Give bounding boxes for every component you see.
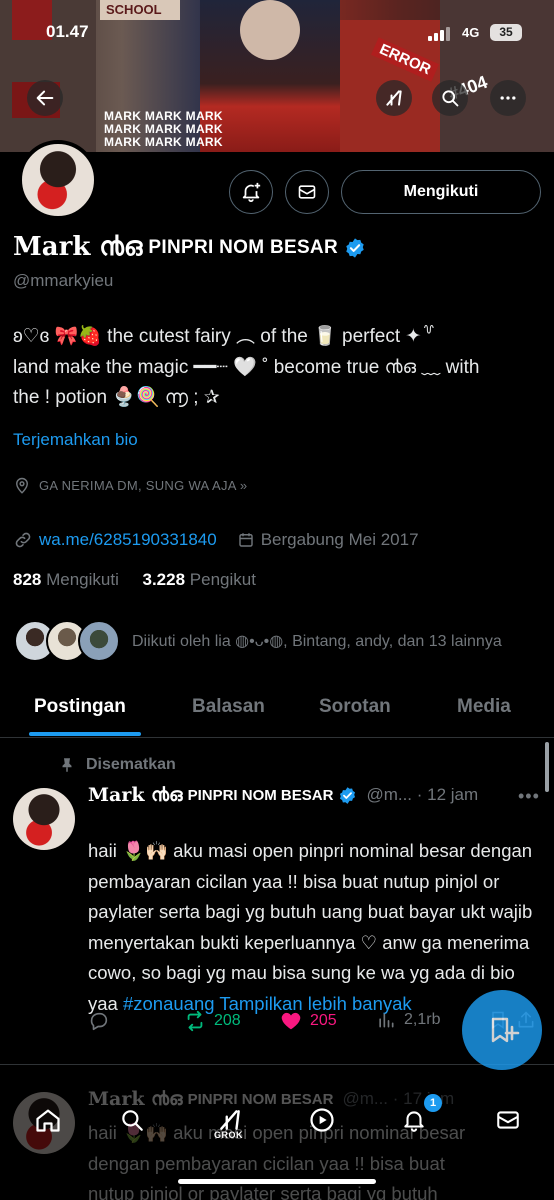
grok-label: GROK bbox=[214, 1130, 243, 1140]
display-name-script: Mark ൯ഒ bbox=[13, 232, 143, 262]
display-name-caps: PINPRI NOM BESAR bbox=[148, 236, 338, 258]
views-button[interactable]: 2,1rb bbox=[376, 1010, 440, 1030]
retweet-button[interactable]: 208 bbox=[184, 1010, 241, 1032]
active-tab-indicator bbox=[29, 732, 141, 736]
status-bar: 01.47 4G 35 bbox=[0, 22, 554, 48]
tab-media[interactable]: Media bbox=[457, 696, 511, 718]
location-icon bbox=[16, 477, 28, 494]
followers-count-link[interactable]: 3.228 Pengikut bbox=[143, 570, 256, 589]
pinned-label: Disematkan bbox=[58, 756, 176, 774]
search-icon bbox=[122, 1110, 143, 1131]
tab-replies[interactable]: Balasan bbox=[192, 696, 265, 718]
like-count: 205 bbox=[310, 1012, 337, 1029]
notification-button[interactable] bbox=[229, 170, 273, 214]
followed-by-text: Diikuti oleh lia ◍•ᴗ•◍, Bintang, andy, d… bbox=[132, 632, 502, 650]
retweet-count: 208 bbox=[214, 1012, 241, 1029]
calendar-icon bbox=[238, 533, 253, 547]
profile-location: GA NERIMA DM, SUNG WA AJA » bbox=[13, 476, 269, 496]
back-button[interactable] bbox=[27, 80, 63, 116]
bell-icon bbox=[404, 1111, 424, 1132]
bio-line: ʚ♡ɞ 🎀🍓 the cutest fairy ︵ of the 🥛 perfe… bbox=[13, 326, 437, 347]
tweet-more-icon[interactable]: ••• bbox=[518, 786, 540, 807]
following-label: Mengikuti bbox=[46, 570, 119, 589]
banner-school-text: SCHOOL bbox=[106, 2, 162, 17]
status-time: 01.47 bbox=[46, 22, 89, 41]
notification-add-icon bbox=[242, 182, 261, 203]
more-button[interactable] bbox=[490, 80, 526, 116]
search-icon bbox=[442, 90, 459, 107]
network-type: 4G bbox=[462, 25, 480, 40]
translate-bio-link[interactable]: Terjemahkan bio bbox=[13, 430, 138, 450]
following-button[interactable]: Mengikuti bbox=[341, 170, 541, 214]
home-icon bbox=[36, 1109, 60, 1132]
followers-label: Pengikut bbox=[189, 570, 256, 589]
tweet-divider bbox=[0, 1064, 554, 1065]
bottom-navigation: GROK 1 bbox=[0, 1084, 554, 1200]
nav-home[interactable] bbox=[28, 1100, 68, 1140]
tweet-handle-time: @m... · 12 jam bbox=[366, 785, 479, 804]
nav-messages[interactable] bbox=[488, 1100, 528, 1140]
profile-avatar[interactable] bbox=[18, 140, 98, 220]
back-arrow-icon bbox=[36, 90, 54, 106]
following-count: 828 bbox=[13, 570, 42, 589]
scrollbar[interactable] bbox=[545, 742, 549, 792]
profile-meta-row: wa.me/6285190331840 Bergabung Mei 2017 bbox=[13, 530, 419, 550]
views-count: 2,1rb bbox=[404, 1011, 441, 1028]
reply-icon bbox=[90, 1012, 108, 1031]
profile-tabs: Postingan Balasan Sorotan Media bbox=[0, 686, 554, 738]
bio-line: land make the magic ━━┈ 🤍 ˚ become true … bbox=[13, 356, 480, 378]
play-icon bbox=[310, 1108, 334, 1132]
nav-search[interactable] bbox=[112, 1100, 152, 1140]
reply-button[interactable] bbox=[88, 1010, 110, 1032]
retweet-icon bbox=[187, 1010, 203, 1032]
verified-badge-icon bbox=[340, 786, 356, 804]
followers-count: 3.228 bbox=[142, 570, 186, 589]
like-button[interactable]: 205 bbox=[280, 1010, 337, 1032]
mail-icon bbox=[298, 185, 316, 199]
profile-handle: @mmarkyieu bbox=[13, 271, 114, 290]
home-indicator[interactable] bbox=[178, 1179, 376, 1184]
notification-badge: 1 bbox=[424, 1094, 442, 1112]
tab-posts[interactable]: Postingan bbox=[34, 696, 126, 718]
message-button[interactable] bbox=[285, 170, 329, 214]
following-count-link[interactable]: 828 Mengikuti bbox=[13, 570, 119, 589]
pinned-text: Disematkan bbox=[86, 756, 176, 773]
signal-icon bbox=[428, 27, 450, 41]
mail-icon bbox=[497, 1111, 519, 1129]
joined-date: Bergabung Mei 2017 bbox=[260, 530, 419, 549]
battery-icon: 35 bbox=[490, 24, 522, 41]
website-link[interactable]: wa.me/6285190331840 bbox=[39, 530, 217, 550]
follower-avatars bbox=[14, 618, 120, 664]
tweet-body: haii 🌷🙌🏻 aku masi open pinpri nominal be… bbox=[88, 840, 533, 1014]
search-button[interactable] bbox=[432, 80, 468, 116]
more-icon bbox=[500, 96, 516, 100]
nav-communities[interactable] bbox=[302, 1100, 342, 1140]
views-icon bbox=[379, 1013, 394, 1028]
followed-by-row[interactable]: Diikuti oleh lia ◍•ᴗ•◍, Bintang, andy, d… bbox=[14, 618, 512, 664]
grok-icon bbox=[386, 90, 402, 106]
tweet-text[interactable]: haii 🌷🙌🏻 aku masi open pinpri nominal be… bbox=[88, 836, 534, 1019]
location-text: GA NERIMA DM, SUNG WA AJA » bbox=[39, 478, 248, 493]
tab-highlights[interactable]: Sorotan bbox=[319, 696, 391, 718]
link-icon bbox=[15, 532, 31, 548]
compose-icon bbox=[491, 1017, 520, 1043]
pin-icon bbox=[62, 758, 72, 772]
grok-button[interactable] bbox=[376, 80, 412, 116]
compose-button[interactable] bbox=[462, 990, 542, 1070]
tweet-author-caps[interactable]: PINPRI NOM BESAR bbox=[188, 787, 334, 804]
profile-bio: ʚ♡ɞ 🎀🍓 the cutest fairy ︵ of the 🥛 perfe… bbox=[13, 322, 543, 414]
heart-icon bbox=[281, 1012, 301, 1030]
tweet-avatar[interactable] bbox=[13, 788, 75, 850]
banner-mark-text: MARK MARK MARK MARK MARK MARK MARK MARK … bbox=[104, 109, 223, 149]
verified-badge-icon[interactable] bbox=[344, 237, 366, 259]
follower-avatar bbox=[78, 620, 120, 662]
tweet-author-script[interactable]: Mark ൯ഒ bbox=[88, 784, 183, 806]
follow-counts: 828 Mengikuti 3.228 Pengikut bbox=[13, 570, 256, 590]
bio-line: the ! potion 🍨🍭 ൬ ; ✰ bbox=[13, 387, 220, 408]
tweet-header: Mark ൯ഒ PINPRI NOM BESAR @m... · 12 jam bbox=[88, 784, 478, 806]
display-name: Mark ൯ഒ PINPRI NOM BESAR bbox=[13, 232, 366, 263]
